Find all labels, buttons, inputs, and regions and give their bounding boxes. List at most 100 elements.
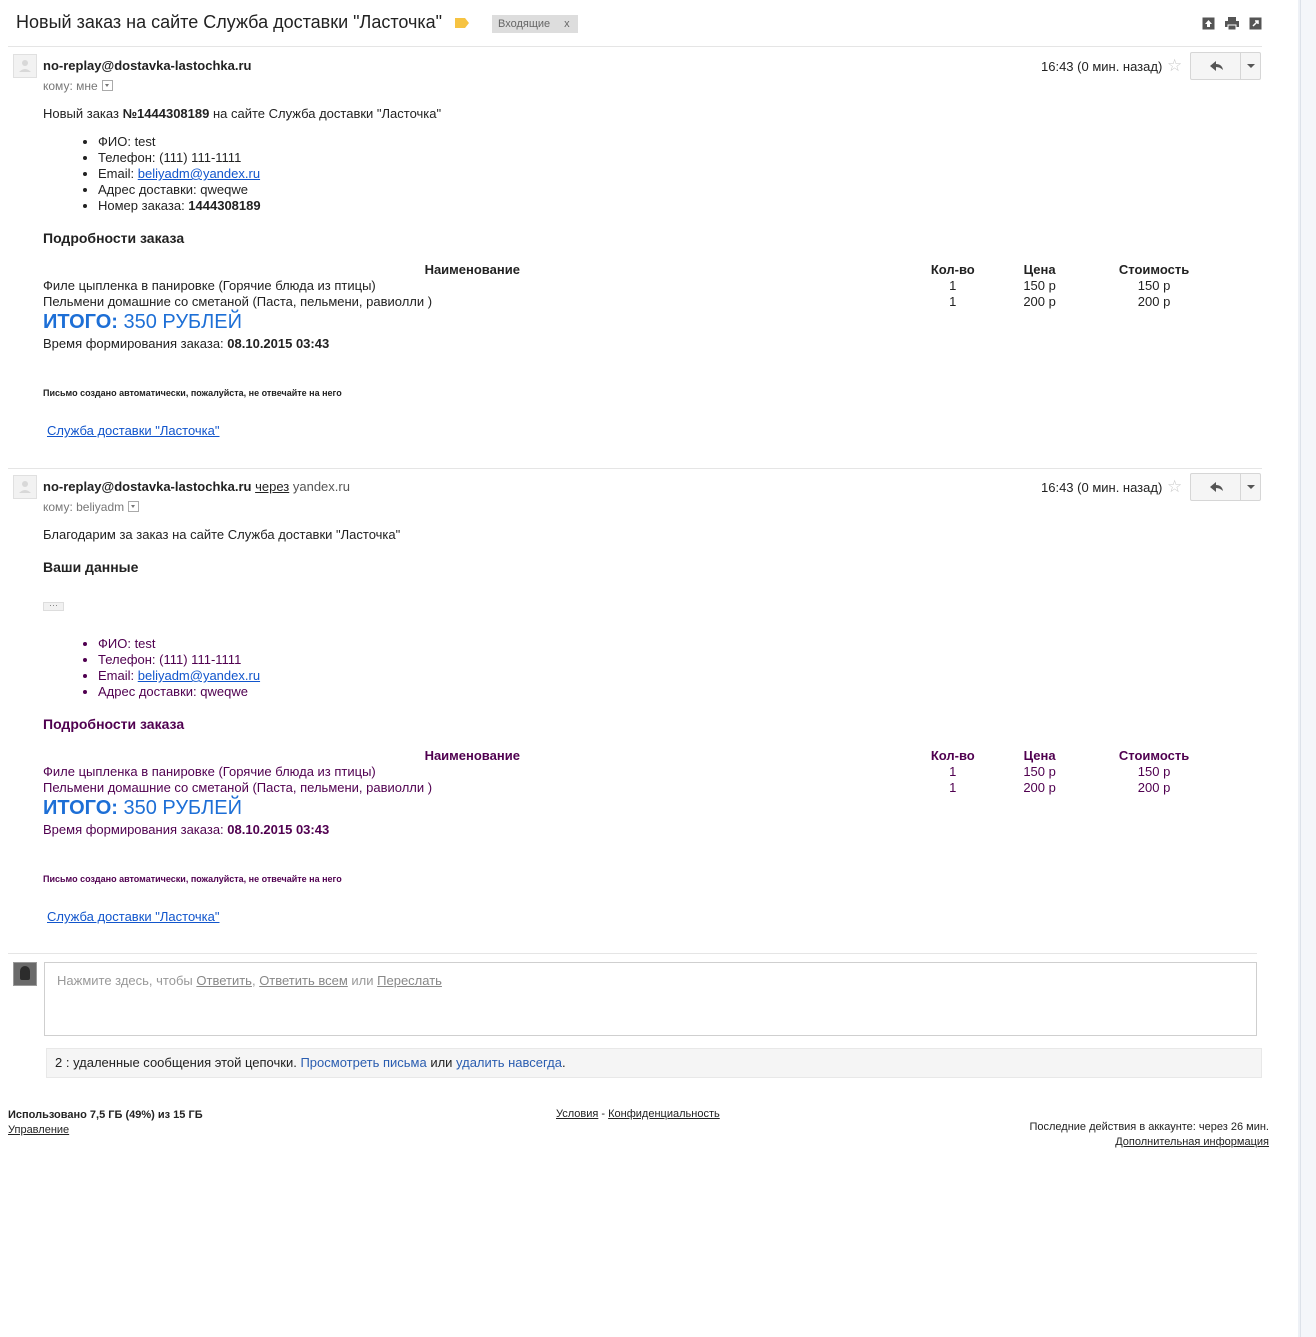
reply-prompt-text: Нажмите здесь, чтобы: [57, 973, 197, 988]
recipient-text: кому: beliyadm: [43, 500, 125, 514]
list-item: ФИО: test: [98, 636, 260, 652]
table-cell: 150 р: [1023, 278, 1056, 293]
email-link[interactable]: beliyadm@yandex.ru: [138, 166, 260, 181]
star-icon[interactable]: ☆: [1167, 478, 1182, 495]
email-link[interactable]: beliyadm@yandex.ru: [138, 668, 260, 683]
show-trimmed-content-button[interactable]: ···: [43, 601, 64, 611]
message-time: 16:43 (0 мин. назад): [1041, 59, 1163, 74]
forward-link[interactable]: Переслать: [377, 973, 442, 988]
order-total: ИТОГО: 350 РУБЛЕЙ: [43, 311, 242, 334]
column-header: Наименование: [424, 748, 520, 763]
archive-icon[interactable]: [1202, 17, 1215, 30]
list-item: Email: beliyadm@yandex.ru: [98, 166, 261, 182]
created-time-label: Время формирования заказа:: [43, 822, 228, 837]
table-header-row: Наименование Кол-во Цена Стоимость: [43, 748, 1233, 764]
order-table: Наименование Кол-во Цена Стоимость Филе …: [43, 262, 1233, 310]
table-cell: 1: [949, 294, 957, 309]
table-cell: Филе цыпленка в панировке (Горячие блюда…: [43, 278, 376, 293]
order-total: ИТОГО: 350 РУБЛЕЙ: [43, 797, 242, 820]
list-item: Телефон: (111) 111-1111: [98, 150, 261, 166]
reply-button-group: [1190, 52, 1261, 80]
column-header: Стоимость: [1118, 262, 1190, 277]
company-link[interactable]: Служба доставки "Ласточка": [47, 423, 220, 438]
divider: [8, 468, 1262, 469]
message-time: 16:43 (0 мин. назад): [1041, 480, 1163, 495]
order-details-title: Подробности заказа: [43, 230, 185, 246]
email-label: Email:: [98, 668, 138, 683]
privacy-link[interactable]: Конфиденциальность: [608, 1108, 720, 1120]
total-value: 350 РУБЛЕЙ: [117, 797, 243, 819]
footer-links: Условия - Конфиденциальность: [556, 1108, 720, 1120]
new-window-icon[interactable]: [1249, 17, 1262, 30]
account-activity: Последние действия в аккаунте: через 26 …: [1000, 1120, 1269, 1150]
via-info: через yandex.ru: [251, 479, 350, 494]
list-item: ФИО: test: [98, 134, 261, 150]
thread-actions: [1202, 17, 1262, 30]
table-cell: 200 р: [1137, 294, 1171, 309]
delete-forever-link[interactable]: удалить навсегда: [456, 1055, 562, 1070]
recipient-line: кому: beliyadm: [43, 500, 140, 514]
intro-order-number: №1444308189: [122, 106, 210, 121]
view-messages-link[interactable]: Просмотреть письма: [300, 1055, 426, 1070]
created-time-value: 08.10.2015 03:43: [227, 336, 330, 351]
thread-subject: Новый заказ на сайте Служба доставки "Ла…: [16, 12, 443, 32]
via-link[interactable]: через: [255, 479, 289, 494]
order-details-title: Подробности заказа: [43, 716, 185, 732]
created-time-value: 08.10.2015 03:43: [227, 822, 330, 837]
remove-label-button[interactable]: x: [564, 18, 570, 30]
divider: [8, 46, 1262, 47]
reply-button-group: [1190, 473, 1261, 501]
star-icon[interactable]: ☆: [1167, 57, 1182, 74]
my-avatar: [13, 962, 37, 986]
table-cell: 150 р: [1023, 764, 1056, 779]
your-data-title: Ваши данные: [43, 559, 139, 575]
table-header-row: Наименование Кол-во Цена Стоимость: [43, 262, 1233, 278]
deleted-or-text: или: [426, 1055, 457, 1070]
last-activity-text: Последние действия в аккаунте: через 26 …: [1029, 1121, 1269, 1133]
table-cell: 1: [949, 764, 957, 779]
more-actions-button[interactable]: [1240, 474, 1261, 500]
reply-icon: [1210, 482, 1223, 492]
order-created-time: Время формирования заказа: 08.10.2015 03…: [43, 822, 329, 837]
total-label: ИТОГО:: [43, 311, 118, 333]
manage-storage-link[interactable]: Управление: [8, 1124, 69, 1136]
company-link[interactable]: Служба доставки "Ласточка": [47, 909, 220, 924]
order-created-time: Время формирования заказа: 08.10.2015 03…: [43, 336, 329, 351]
customer-info-list: ФИО: test Телефон: (111) 111-1111 Email:…: [43, 134, 261, 214]
details-dropdown-icon[interactable]: [101, 80, 113, 91]
activity-details-link[interactable]: Дополнительная информация: [1115, 1136, 1269, 1148]
inbox-label-chip[interactable]: Входящие x: [492, 15, 578, 33]
label-tag-icon[interactable]: [455, 18, 469, 28]
reply-link[interactable]: Ответить: [196, 973, 252, 988]
thanks-text: Благодарим за заказ на сайте Служба дост…: [43, 527, 401, 542]
reply-all-link[interactable]: Ответить всем: [259, 973, 348, 988]
auto-generated-note: Письмо создано автоматически, пожалуйста…: [43, 388, 342, 398]
table-cell: 200 р: [1023, 780, 1056, 795]
recipient-text: кому: мне: [43, 79, 98, 93]
sender-email[interactable]: no-replay@dostavka-lastochka.ru: [43, 58, 251, 73]
table-cell: 1: [949, 780, 957, 795]
details-dropdown-icon[interactable]: [128, 501, 140, 512]
print-icon[interactable]: [1225, 17, 1239, 30]
table-row: Филе цыпленка в панировке (Горячие блюда…: [43, 278, 1233, 294]
table-row: Филе цыпленка в панировке (Горячие блюда…: [43, 764, 1233, 780]
divider: [8, 953, 1257, 954]
reply-button[interactable]: [1191, 53, 1240, 79]
storage-info: Использовано 7,5 ГБ (49%) из 15 ГБ Управ…: [8, 1108, 203, 1138]
column-header: Цена: [1023, 262, 1056, 277]
table-row: Пельмени домашние со сметаной (Паста, пе…: [43, 294, 1233, 310]
reply-button[interactable]: [1191, 474, 1240, 500]
sender-avatar: [13, 475, 37, 499]
list-item: Номер заказа: 1444308189: [98, 198, 261, 214]
more-actions-button[interactable]: [1240, 53, 1261, 79]
deleted-messages-bar: 2 : удаленные сообщения этой цепочки. Пр…: [46, 1048, 1262, 1078]
sender-email[interactable]: no-replay@dostavka-lastochka.ru: [43, 479, 251, 494]
table-cell: Пельмени домашние со сметаной (Паста, пе…: [43, 780, 433, 795]
reply-or-text: или: [347, 973, 378, 988]
terms-link[interactable]: Условия: [556, 1108, 598, 1120]
reply-box[interactable]: Нажмите здесь, чтобы Ответить, Ответить …: [44, 962, 1257, 1036]
person-icon: [19, 60, 31, 72]
table-row: Пельмени домашние со сметаной (Паста, пе…: [43, 780, 1233, 796]
scrollbar-thumb[interactable]: [1300, 0, 1316, 1337]
reply-prompt: Нажмите здесь, чтобы Ответить, Ответить …: [57, 973, 442, 988]
